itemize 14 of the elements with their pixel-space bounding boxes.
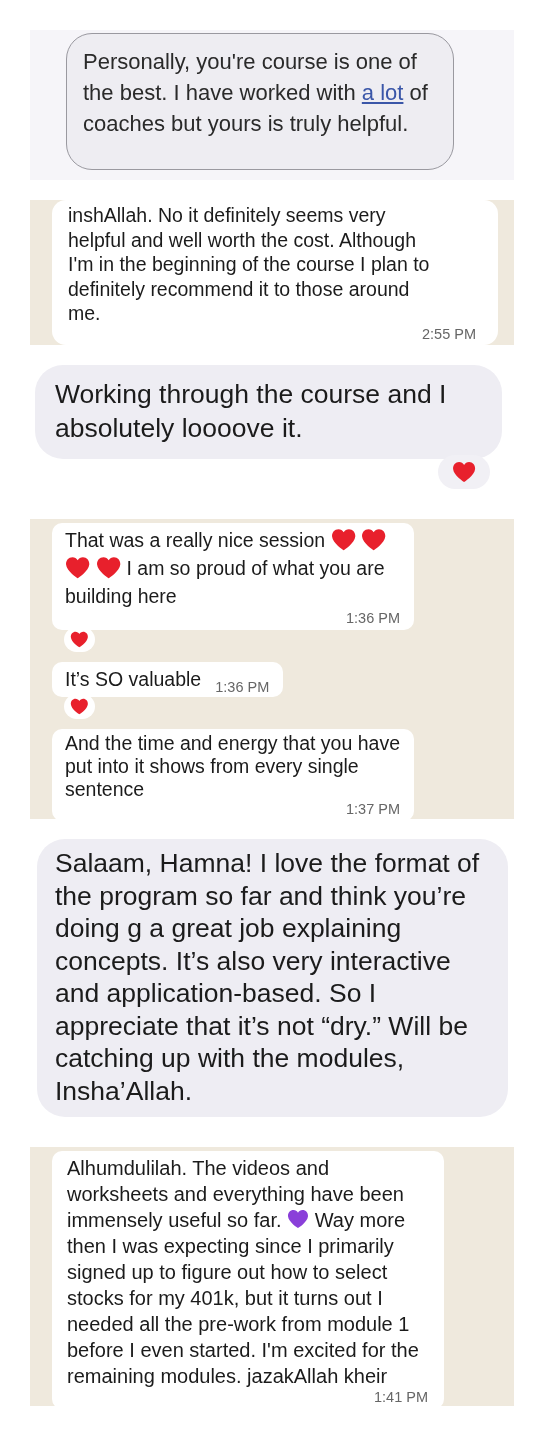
message-text: inshAllah. No it definitely seems very helpful and well worth the cost. Although I'm in the beginning of the course I plan to definitely recommend it to those around me.: [68, 203, 430, 326]
message-time: 1:37 PM: [346, 801, 400, 817]
message-time: 1:36 PM: [215, 679, 270, 695]
message-time: 1:41 PM: [374, 1389, 428, 1405]
message-text: That was a really nice session I am so proud of what you are building here: [65, 527, 388, 609]
message-link[interactable]: a lot: [361, 80, 404, 105]
message-text: Alhumdulilah. The videos and worksheets and everything have been immensely useful so far. Way more then I was expecting since I primarily signed up to figure out how to select stocks for my 401k, but it turns out I needed all the pre-work from module 1 before I even started. I'm excited for the remaining modules. jazakAllah kheir: [67, 1156, 420, 1389]
message-time: 2:55 PM: [422, 325, 476, 342]
message-text: Salaam, Hamna! I love the format of the program so far and think you’re doing g a great job explaining concepts. It’s also very interactive and application-based. So I appreciate that it’s not “dry.” Will be catching up with the modules, Insha’Allah.: [55, 848, 480, 1106]
message-text: Working through the course and I absolutely loooove it.: [55, 379, 447, 443]
message-time: 1:36 PM: [346, 610, 400, 626]
message-text: It’s SO valuable: [65, 667, 202, 692]
message-text: Personally, you're course is one of the best. I have worked with a lot of coaches but yours is truly helpful.: [83, 49, 428, 136]
message-text: And the time and energy that you have put into it shows from every single sentence: [65, 732, 400, 801]
